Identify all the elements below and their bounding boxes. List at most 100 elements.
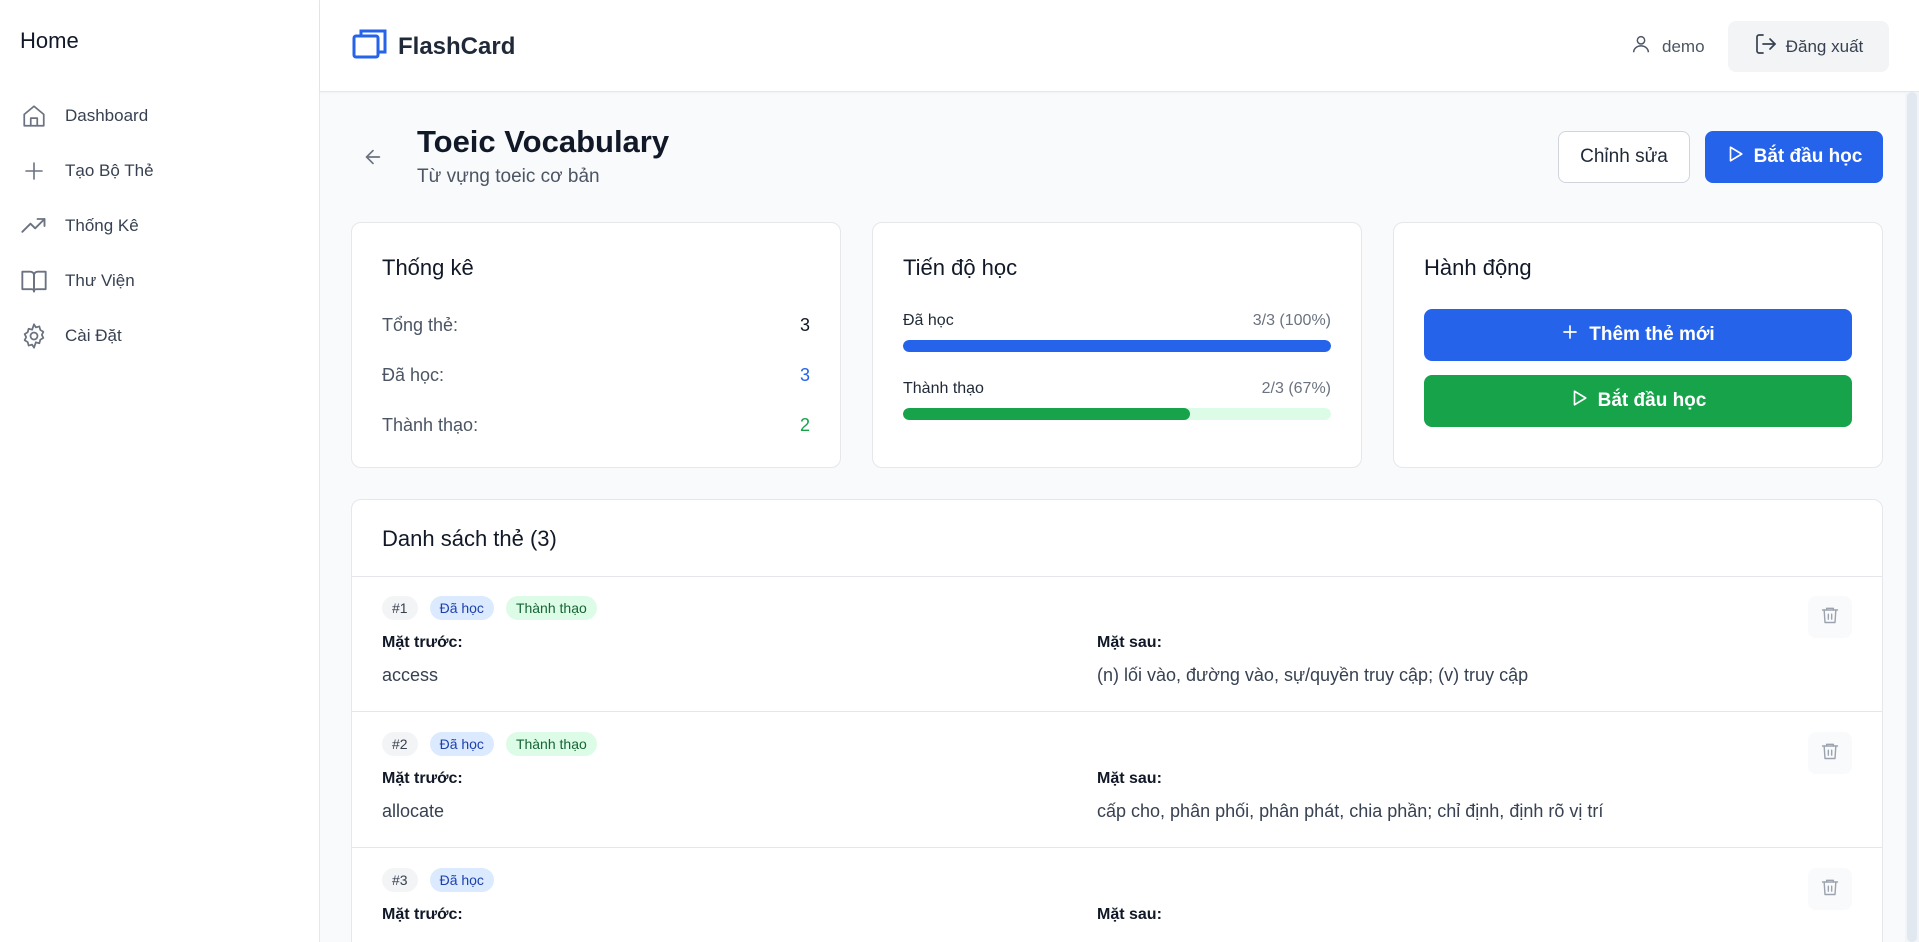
progress-track: [903, 408, 1331, 420]
learned-badge: Đã học: [429, 868, 494, 892]
plus-icon: [20, 157, 48, 185]
sidebar-item-create-deck[interactable]: Tạo Bộ Thẻ: [0, 143, 319, 198]
badge-group: #2 Đã học Thành thạo: [382, 732, 609, 756]
sidebar-item-label: Tạo Bộ Thẻ: [65, 160, 154, 180]
start-study-button[interactable]: Bắt đầu học: [1705, 131, 1883, 183]
edit-button[interactable]: Chỉnh sửa: [1558, 131, 1690, 183]
back-value: (n) lối vào, đường vào, sự/quyền truy cậ…: [1097, 665, 1529, 685]
book-open-icon: [20, 267, 48, 295]
sidebar-item-label: Dashboard: [65, 105, 149, 125]
stats-card-title: Thống kê: [382, 255, 474, 280]
learned-badge: Đã học: [429, 596, 494, 620]
learned-badge: Đã học: [429, 732, 494, 756]
card-number-badge: #3: [382, 868, 418, 892]
progress-label: Đã học: [903, 312, 954, 329]
back-button[interactable]: [352, 138, 394, 180]
badge-group: #3 Đã học: [382, 868, 506, 892]
stats-card: Thống kê Tổng thẻ: 3 Đã học: 3 Thành thạ…: [351, 222, 841, 468]
stat-value: 3: [799, 315, 810, 335]
start-study-action-label: Bắt đầu học: [1597, 390, 1707, 411]
start-study-label: Bắt đầu học: [1753, 146, 1863, 167]
play-icon: [1726, 145, 1744, 169]
stat-value: 3: [799, 365, 810, 385]
stat-value: 2: [799, 415, 810, 435]
progress-learned: Đã học 3/3 (100%): [903, 312, 1331, 352]
progress-fill: [903, 340, 1331, 352]
trash-icon: [1820, 605, 1840, 630]
front-heading: Mặt trước:: [382, 906, 463, 923]
sidebar-item-settings[interactable]: Cài Đặt: [0, 308, 319, 363]
sidebar-item-label: Cài Đặt: [65, 325, 122, 345]
mastered-badge: Thành thạo: [505, 596, 597, 620]
gear-icon: [20, 322, 48, 350]
badge-group: #1 Đã học Thành thạo: [382, 596, 609, 620]
username: demo: [1662, 36, 1705, 56]
sidebar-item-library[interactable]: Thư Viện: [0, 253, 319, 308]
progress-track: [903, 340, 1331, 352]
start-study-action-button[interactable]: Bắt đầu học: [1424, 375, 1852, 427]
scrollbar-thumb[interactable]: [1907, 92, 1917, 942]
add-card-button[interactable]: Thêm thẻ mới: [1424, 309, 1852, 361]
delete-card-button[interactable]: [1808, 596, 1852, 638]
stat-mastered: Thành thạo: 2: [382, 415, 810, 436]
trash-icon: [1820, 877, 1840, 902]
arrow-left-icon: [362, 146, 384, 173]
list-item: #2 Đã học Thành thạo Mặt trước: allocate…: [352, 712, 1882, 848]
top-header: FlashCard demo Đăng xuất: [320, 0, 1919, 92]
card-number-badge: #1: [382, 596, 418, 620]
trending-up-icon: [20, 212, 48, 240]
trash-icon: [1820, 741, 1840, 766]
stat-label: Đã học:: [382, 365, 445, 385]
front-value: allocate: [382, 801, 445, 821]
plus-icon: [1561, 323, 1579, 347]
logout-button[interactable]: Đăng xuất: [1728, 21, 1889, 72]
sidebar-item-dashboard[interactable]: Dashboard: [0, 88, 319, 143]
back-heading: Mặt sau:: [1097, 634, 1162, 651]
progress-card: Tiến độ học Đã học 3/3 (100%) Thành thạo…: [872, 222, 1362, 468]
list-item: #1 Đã học Thành thạo Mặt trước: access M…: [352, 576, 1882, 712]
sidebar-title[interactable]: Home: [20, 28, 79, 54]
back-value: cấp cho, phân phối, phân phát, chia phần…: [1097, 801, 1604, 821]
delete-card-button[interactable]: [1808, 732, 1852, 774]
back-heading: Mặt sau:: [1097, 770, 1162, 787]
front-heading: Mặt trước:: [382, 770, 463, 787]
stat-label: Thành thạo:: [382, 415, 479, 435]
front-value: access: [382, 665, 439, 685]
stat-total-cards: Tổng thẻ: 3: [382, 315, 810, 336]
actions-card: Hành động Thêm thẻ mới Bắt đầu học: [1393, 222, 1883, 468]
brand-name: FlashCard: [398, 32, 516, 60]
user-icon: [1630, 32, 1652, 61]
card-number-badge: #2: [382, 732, 418, 756]
progress-card-title: Tiến độ học: [903, 255, 1018, 280]
front-heading: Mặt trước:: [382, 634, 463, 651]
progress-fill: [903, 408, 1190, 420]
logout-label: Đăng xuất: [1785, 36, 1864, 56]
list-item: #3 Đã học Mặt trước: Mặt sau:: [352, 848, 1882, 942]
deck-description: Từ vựng toeic cơ bản: [417, 166, 600, 187]
progress-mastered: Thành thạo 2/3 (67%): [903, 380, 1331, 420]
logout-icon: [1754, 32, 1778, 61]
mastered-badge: Thành thạo: [505, 732, 597, 756]
page-title: Toeic Vocabulary: [417, 124, 670, 159]
sidebar-item-label: Thống Kê: [65, 215, 139, 235]
delete-card-button[interactable]: [1808, 868, 1852, 910]
actions-card-title: Hành động: [1424, 255, 1532, 280]
stat-learned: Đã học: 3: [382, 365, 810, 386]
user-menu[interactable]: demo: [1630, 32, 1705, 61]
progress-label: Thành thạo: [903, 380, 984, 397]
home-icon: [20, 102, 48, 130]
back-heading: Mặt sau:: [1097, 906, 1162, 923]
sidebar-nav: Dashboard Tạo Bộ Thẻ Thống Kê Thư Viện C…: [0, 88, 319, 363]
stat-label: Tổng thẻ:: [382, 315, 459, 335]
progress-value: 2/3 (67%): [1261, 380, 1331, 397]
card-list: Danh sách thẻ (3) #1 Đã học Thành thạo M…: [351, 499, 1883, 942]
card-list-title: Danh sách thẻ (3): [382, 526, 557, 551]
brand-logo[interactable]: FlashCard: [352, 28, 515, 65]
stacked-cards-icon: [352, 28, 388, 65]
sidebar: Home Dashboard Tạo Bộ Thẻ Thống Kê Thư V…: [0, 0, 320, 942]
progress-value: 3/3 (100%): [1252, 312, 1331, 329]
sidebar-item-stats[interactable]: Thống Kê: [0, 198, 319, 253]
play-icon: [1570, 389, 1588, 413]
add-card-label: Thêm thẻ mới: [1589, 324, 1715, 345]
sidebar-item-label: Thư Viện: [65, 270, 135, 290]
